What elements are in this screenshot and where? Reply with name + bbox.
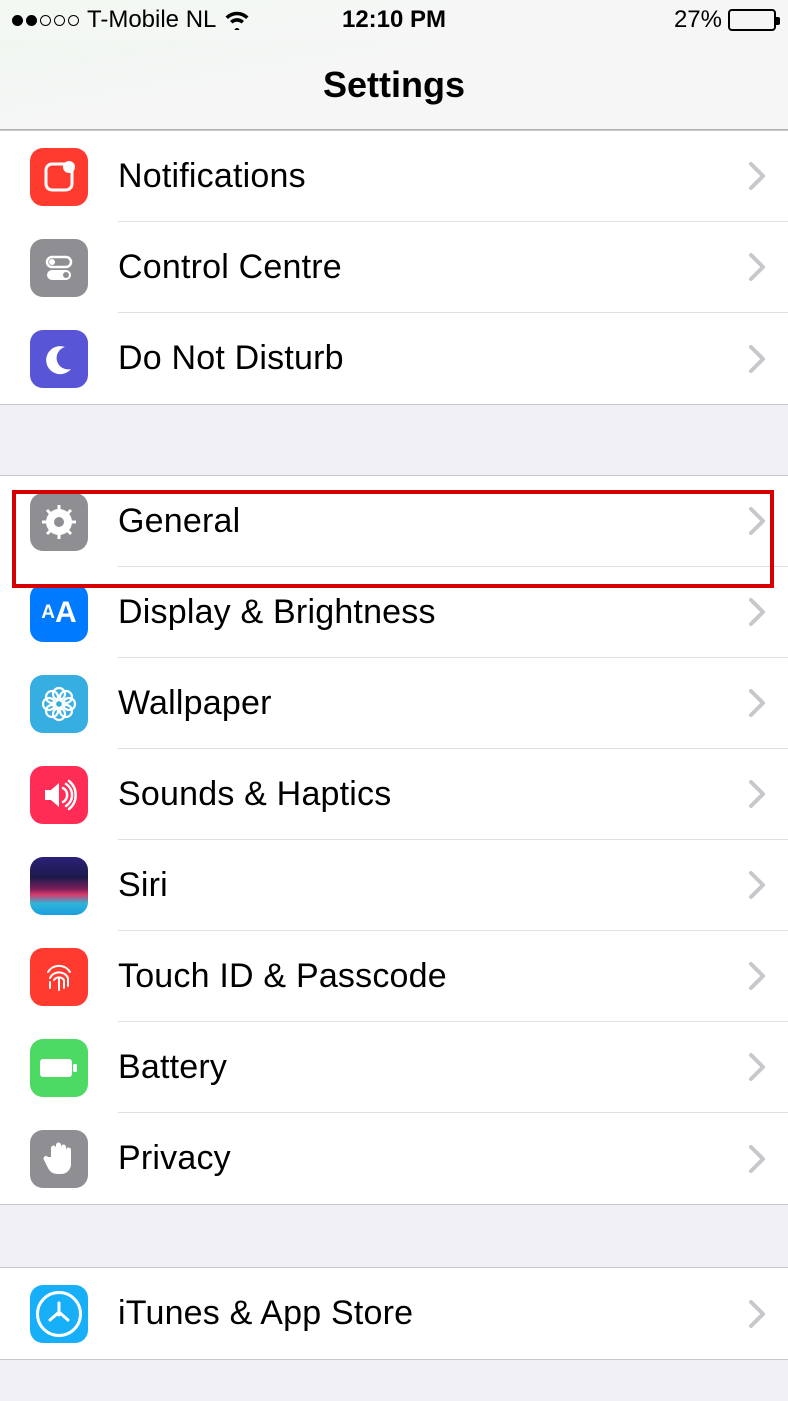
row-label: General	[118, 502, 240, 541]
group-spacer	[0, 1205, 788, 1267]
chevron-right-icon	[748, 1144, 766, 1174]
chevron-right-icon	[748, 597, 766, 627]
text-size-icon: AA	[30, 584, 88, 642]
row-label: Do Not Disturb	[118, 339, 344, 378]
battery-percent: 27%	[674, 6, 722, 34]
chevron-right-icon	[748, 252, 766, 282]
moon-icon	[30, 330, 88, 388]
battery-icon	[728, 9, 776, 31]
row-notifications[interactable]: Notifications	[0, 131, 788, 222]
siri-icon	[30, 857, 88, 915]
row-general[interactable]: General	[0, 476, 788, 567]
app-store-icon	[30, 1285, 88, 1343]
signal-strength-icon	[12, 15, 79, 26]
chevron-right-icon	[748, 1052, 766, 1082]
row-label: Privacy	[118, 1139, 231, 1178]
settings-group: General AA Display & Brightness	[0, 475, 788, 1205]
settings-group: iTunes & App Store	[0, 1267, 788, 1360]
chevron-right-icon	[748, 961, 766, 991]
clock: 12:10 PM	[342, 6, 446, 34]
row-control-centre[interactable]: Control Centre	[0, 222, 788, 313]
chevron-right-icon	[748, 161, 766, 191]
row-do-not-disturb[interactable]: Do Not Disturb	[0, 313, 788, 404]
status-right: 27%	[674, 6, 776, 34]
chevron-right-icon	[748, 688, 766, 718]
row-label: Notifications	[118, 157, 306, 196]
battery-icon	[30, 1039, 88, 1097]
group-spacer	[0, 405, 788, 475]
control-centre-icon	[30, 239, 88, 297]
wifi-icon	[224, 10, 250, 30]
row-label: Display & Brightness	[118, 593, 436, 632]
row-privacy[interactable]: Privacy	[0, 1113, 788, 1204]
row-label: iTunes & App Store	[118, 1294, 413, 1333]
settings-group: Notifications Control Centre Do Not Dist…	[0, 130, 788, 405]
status-bar: T-Mobile NL 12:10 PM 27%	[0, 0, 788, 40]
row-label: Touch ID & Passcode	[118, 957, 447, 996]
carrier-text: T-Mobile NL	[87, 6, 216, 34]
row-sounds-haptics[interactable]: Sounds & Haptics	[0, 749, 788, 840]
row-touch-id-passcode[interactable]: Touch ID & Passcode	[0, 931, 788, 1022]
row-label: Sounds & Haptics	[118, 775, 391, 814]
page-title: Settings	[0, 40, 788, 130]
status-left: T-Mobile NL	[12, 6, 250, 34]
chevron-right-icon	[748, 344, 766, 374]
row-display-brightness[interactable]: AA Display & Brightness	[0, 567, 788, 658]
row-siri[interactable]: Siri	[0, 840, 788, 931]
hand-icon	[30, 1130, 88, 1188]
row-itunes-app-store[interactable]: iTunes & App Store	[0, 1268, 788, 1359]
speaker-icon	[30, 766, 88, 824]
chevron-right-icon	[748, 779, 766, 809]
row-wallpaper[interactable]: Wallpaper	[0, 658, 788, 749]
row-battery[interactable]: Battery	[0, 1022, 788, 1113]
row-label: Siri	[118, 866, 168, 905]
chevron-right-icon	[748, 1299, 766, 1329]
row-label: Control Centre	[118, 248, 342, 287]
row-label: Battery	[118, 1048, 227, 1087]
chevron-right-icon	[748, 506, 766, 536]
fingerprint-icon	[30, 948, 88, 1006]
notifications-icon	[30, 148, 88, 206]
gear-icon	[30, 493, 88, 551]
row-label: Wallpaper	[118, 684, 272, 723]
flower-icon	[30, 675, 88, 733]
chevron-right-icon	[748, 870, 766, 900]
